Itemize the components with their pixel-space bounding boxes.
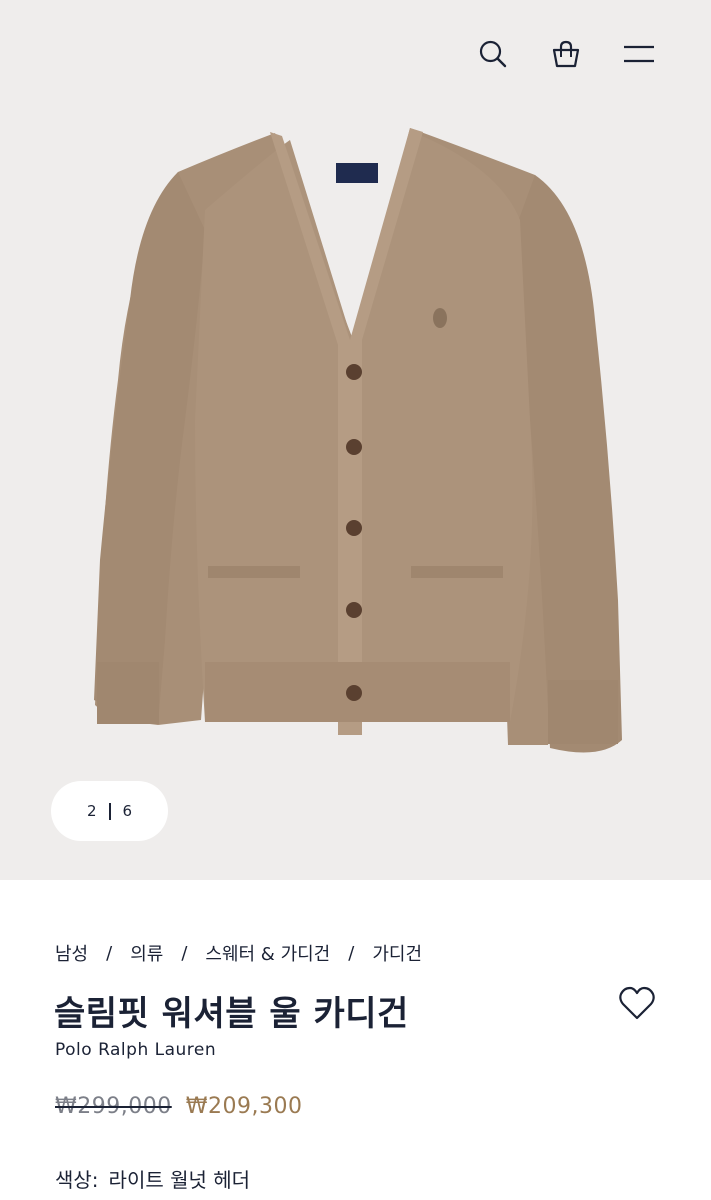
color-label: 색상: (55, 1168, 99, 1192)
breadcrumb-separator: / (181, 942, 188, 964)
menu-button[interactable] (617, 32, 661, 76)
pager-separator (108, 802, 111, 820)
search-button[interactable] (471, 32, 515, 76)
sale-price: ₩209,300 (185, 1094, 303, 1119)
product-info: 남성 / 의류 / 스웨터 & 가디건 / 가디건 슬림핏 워셔블 울 카디건 … (0, 880, 711, 1200)
heart-icon (619, 986, 655, 1020)
product-title: 슬림핏 워셔블 울 카디건 (54, 994, 409, 1034)
breadcrumb-item-men[interactable]: 남성 (55, 940, 88, 966)
image-pager[interactable]: 2 6 (51, 781, 168, 841)
brand-name[interactable]: Polo Ralph Lauren (55, 1040, 216, 1060)
wishlist-button[interactable] (617, 984, 657, 1024)
shopping-bag-icon (552, 40, 580, 68)
breadcrumb-separator: / (106, 942, 113, 964)
pager-current: 2 (86, 802, 97, 820)
breadcrumb-item-cardigans[interactable]: 가디건 (372, 940, 422, 966)
pager-total: 6 (122, 802, 133, 820)
breadcrumb-item-sweaters[interactable]: 스웨터 & 가디건 (205, 940, 330, 966)
breadcrumb-separator: / (348, 942, 355, 964)
original-price: ₩299,000 (55, 1094, 172, 1119)
color-value: 라이트 월넛 헤더 (108, 1168, 251, 1192)
product-image (94, 128, 622, 753)
menu-icon (624, 45, 654, 63)
breadcrumb-item-clothing[interactable]: 의류 (130, 940, 163, 966)
price-row: ₩299,000 ₩209,300 (55, 1094, 302, 1119)
shopping-bag-button[interactable] (544, 32, 588, 76)
breadcrumb: 남성 / 의류 / 스웨터 & 가디건 / 가디건 (55, 940, 422, 966)
search-icon (479, 40, 507, 68)
color-info: 색상: 라이트 월넛 헤더 (55, 1164, 250, 1193)
product-gallery[interactable]: 2 6 (0, 0, 711, 880)
top-navigation (451, 0, 711, 110)
